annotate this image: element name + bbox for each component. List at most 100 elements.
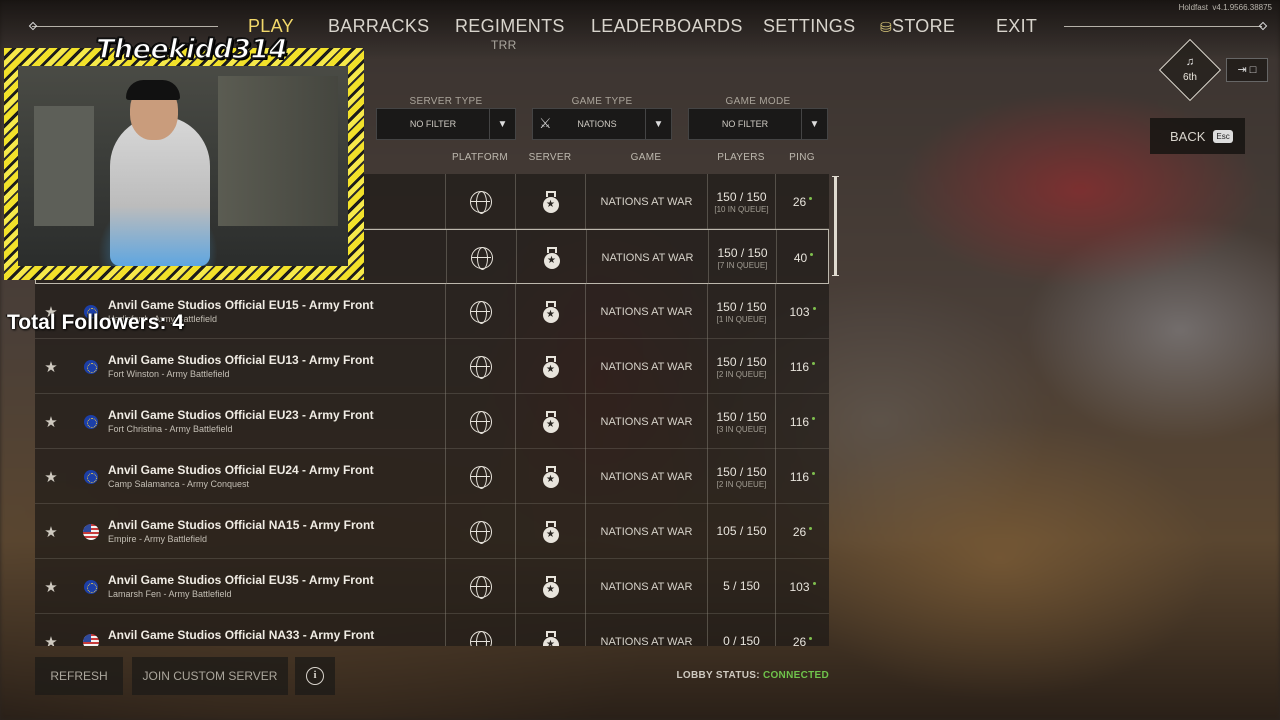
bugle-icon: ♫ [1185, 56, 1195, 68]
server-type-dropdown[interactable]: NO FILTER ▼ [376, 108, 516, 140]
followers-count: Total Followers: 4 [7, 311, 184, 334]
server-list-scrollbar[interactable] [832, 176, 839, 276]
globe-icon [469, 465, 492, 489]
game-mode-dropdown[interactable]: NO FILTER ▼ [688, 108, 828, 140]
star-icon[interactable]: ★ [35, 559, 67, 614]
server-type-cell: ★ [515, 174, 585, 229]
globe-icon [469, 410, 492, 434]
star-icon[interactable]: ★ [35, 504, 67, 559]
medal-icon: ★ [542, 630, 559, 646]
globe-icon [470, 246, 493, 270]
nav-divider-left [32, 26, 218, 27]
server-map: Empire - Army Battlefield [108, 534, 208, 544]
star-icon[interactable]: ★ [35, 339, 67, 394]
join-custom-server-button[interactable]: JOIN CUSTOM SERVER [132, 657, 288, 695]
server-name-cell: Anvil Game Studios Official EU35 - Army … [108, 559, 445, 614]
platform-cell [446, 230, 516, 285]
ping-value: 40 [793, 250, 808, 265]
star-icon[interactable]: ★ [35, 614, 67, 647]
game-type-value: NATIONS [577, 119, 617, 129]
server-row[interactable]: ★ Anvil Game Studios Official EU24 - Army… [35, 449, 829, 504]
platform-cell [445, 614, 515, 646]
player-count: 150 / 150 [716, 189, 767, 204]
game-mode-label: GAME MODE [725, 96, 791, 107]
nav-leaderboards[interactable]: LEADERBOARDS [591, 16, 743, 37]
chevron-down-icon: ▼ [489, 109, 515, 139]
medal-icon: ★ [542, 575, 559, 598]
server-type-cell: ★ [515, 449, 585, 504]
server-map: Lamarsh Fen - Army Battlefield [108, 589, 232, 599]
players-cell: 150 / 150 [7 IN QUEUE] [708, 230, 776, 285]
logout-button[interactable]: ⇥ □ [1226, 58, 1268, 82]
nav-store[interactable]: ⛁STORE [880, 16, 955, 37]
back-button[interactable]: BACK Esc [1150, 118, 1245, 154]
server-type-label: SERVER TYPE [409, 96, 483, 107]
players-cell: 150 / 150 [10 IN QUEUE] [707, 174, 775, 229]
header-platform[interactable]: PLATFORM [445, 152, 515, 163]
header-game[interactable]: GAME [585, 152, 707, 163]
queue-count: [7 IN QUEUE] [717, 260, 768, 270]
player-count: 150 / 150 [716, 299, 767, 314]
header-players[interactable]: PLAYERS [707, 152, 775, 163]
ping-cell: 116 [775, 449, 829, 504]
nav-store-label: STORE [892, 16, 956, 36]
queue-count: [2 IN QUEUE] [716, 369, 767, 379]
star-icon[interactable]: ★ [35, 394, 67, 449]
ping-status-dot [809, 527, 813, 530]
ping-value: 26 [792, 194, 807, 209]
star-icon[interactable]: ★ [35, 449, 67, 504]
game-mode-cell: NATIONS AT WAR [586, 230, 708, 285]
medal-icon: ★ [542, 355, 559, 378]
game-mode-cell: NATIONS AT WAR [585, 504, 707, 559]
nav-exit[interactable]: EXIT [996, 16, 1037, 37]
medal-icon: ★ [542, 410, 559, 433]
webcam-feed [18, 66, 348, 266]
server-type-cell: ★ [516, 230, 586, 285]
ping-cell: 26 [775, 614, 829, 646]
back-label: BACK [1170, 128, 1206, 144]
nav-regiments[interactable]: REGIMENTS [455, 16, 565, 37]
globe-icon [469, 190, 492, 214]
header-server[interactable]: SERVER [515, 152, 585, 163]
chevron-down-icon: ▼ [645, 109, 671, 139]
platform-cell [445, 284, 515, 339]
globe-icon [469, 355, 492, 379]
ping-status-dot [812, 417, 816, 420]
info-button[interactable]: i [295, 657, 335, 695]
version-app-name: Holdfast [1178, 3, 1208, 12]
server-row[interactable]: ★ Anvil Game Studios Official EU35 - Army… [35, 559, 829, 614]
lobby-status: LOBBY STATUS: CONNECTED [677, 670, 829, 681]
version-label: Holdfast v4.1.9566.38875 [1179, 3, 1272, 12]
server-name: Anvil Game Studios Official EU23 - Army … [108, 408, 374, 422]
platform-cell [445, 174, 515, 229]
eu-flag-icon [84, 579, 98, 594]
game-mode-cell: NATIONS AT WAR [585, 284, 707, 339]
server-row[interactable]: ★ Anvil Game Studios Official NA15 - Army… [35, 504, 829, 559]
nav-barracks[interactable]: BARRACKS [328, 16, 429, 37]
ping-cell: 103 [775, 284, 829, 339]
nav-settings[interactable]: SETTINGS [763, 16, 855, 37]
region-flag [79, 339, 103, 394]
ping-value: 103 [789, 304, 810, 319]
header-ping[interactable]: PING [775, 152, 829, 163]
game-mode-cell: NATIONS AT WAR [585, 174, 707, 229]
version-number: v4.1.9566.38875 [1212, 3, 1272, 12]
region-flag [79, 449, 103, 504]
eu-flag-icon [84, 359, 98, 374]
queue-count: [1 IN QUEUE] [716, 314, 767, 324]
eu-flag-icon [84, 414, 98, 429]
server-row[interactable]: ★ Anvil Game Studios Official EU23 - Army… [35, 394, 829, 449]
server-row[interactable]: ★ Anvil Game Studios Official NA33 - Army… [35, 614, 829, 646]
ping-value: 116 [789, 359, 810, 374]
ping-cell: 116 [775, 339, 829, 394]
game-type-dropdown[interactable]: ⚔ NATIONS ▼ [532, 108, 672, 140]
server-type-cell: ★ [515, 504, 585, 559]
platform-cell [445, 504, 515, 559]
nav-divider-right [1064, 26, 1262, 27]
medal-icon: ★ [542, 465, 559, 488]
ping-value: 116 [789, 469, 810, 484]
server-row[interactable]: ★ Anvil Game Studios Official EU13 - Army… [35, 339, 829, 394]
players-cell: 0 / 150 [707, 614, 775, 646]
refresh-button[interactable]: REFRESH [35, 657, 123, 695]
coins-icon: ⛁ [880, 19, 893, 35]
